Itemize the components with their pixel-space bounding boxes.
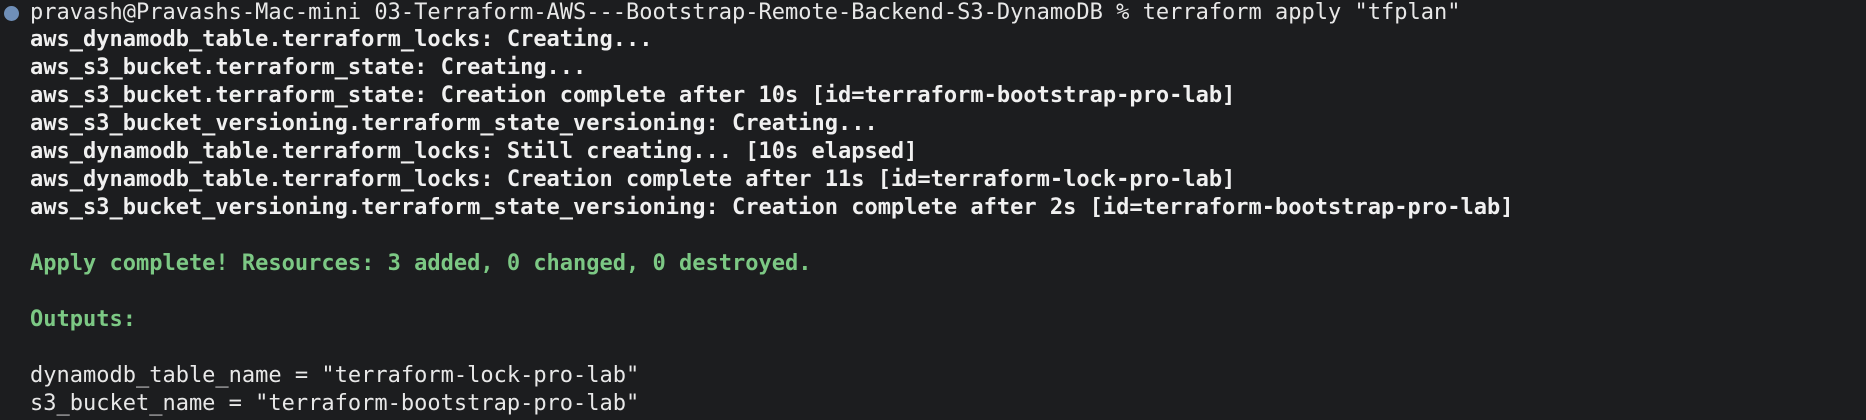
- log-line: aws_dynamodb_table.terraform_locks: Stil…: [30, 139, 918, 164]
- apply-summary: Apply complete! Resources: 3 added, 0 ch…: [30, 251, 812, 276]
- terminal-window[interactable]: pravash@Pravashs-Mac-mini 03-Terraform-A…: [0, 0, 1866, 420]
- log-line: aws_dynamodb_table.terraform_locks: Crea…: [30, 167, 1236, 192]
- output-s3-bucket-name: s3_bucket_name = "terraform-bootstrap-pr…: [30, 391, 640, 416]
- log-line: aws_s3_bucket.terraform_state: Creation …: [30, 83, 1236, 108]
- outputs-header: Outputs:: [30, 307, 136, 332]
- log-line: aws_s3_bucket.terraform_state: Creating.…: [30, 55, 587, 80]
- output-dynamodb-table-name: dynamodb_table_name = "terraform-lock-pr…: [30, 363, 640, 388]
- log-line: aws_s3_bucket_versioning.terraform_state…: [30, 111, 878, 136]
- prompt-status-dot-icon: [4, 6, 19, 21]
- command-prompt: pravash@Pravashs-Mac-mini 03-Terraform-A…: [30, 0, 1461, 25]
- log-line: aws_s3_bucket_versioning.terraform_state…: [30, 195, 1514, 220]
- log-line: aws_dynamodb_table.terraform_locks: Crea…: [30, 27, 653, 52]
